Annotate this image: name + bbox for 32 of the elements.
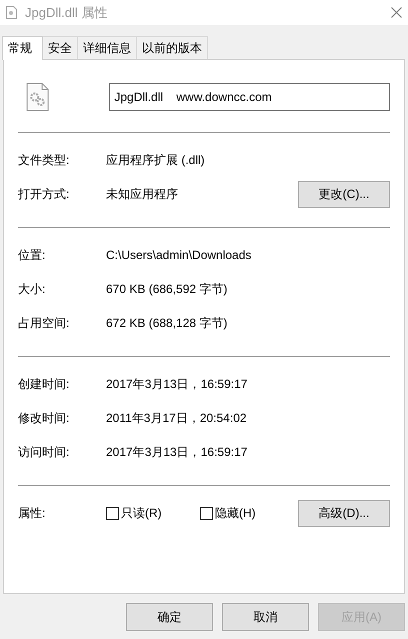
field-value: 未知应用程序: [106, 186, 179, 202]
checkbox[interactable]: [200, 506, 213, 520]
field-value: 2011年3月17日，20:54:02: [106, 410, 248, 426]
field-label: 修改时间:: [18, 410, 70, 426]
field-value: 2017年3月13日，16:59:17: [106, 444, 248, 460]
field-label: 属性:: [18, 504, 46, 522]
field-label: 文件类型:: [18, 152, 70, 168]
field-value: C:\Users\admin\Downloads: [106, 248, 252, 262]
file-icon: [6, 6, 17, 19]
checkbox-label[interactable]: 隐藏(H): [215, 504, 256, 522]
field-label: 位置:: [18, 246, 46, 264]
tab[interactable]: 以前的版本: [136, 36, 208, 59]
checkbox-label[interactable]: 只读(R): [121, 504, 162, 522]
field-label: 访问时间:: [18, 444, 70, 460]
dialog-button[interactable]: 取消: [222, 603, 309, 631]
advanced-button[interactable]: 高级(D)...: [298, 500, 390, 526]
field-value: 应用程序扩展 (.dll): [106, 152, 206, 168]
tab[interactable]: 常规: [2, 36, 43, 60]
field-value: 670 KB (686,592 字节): [106, 280, 228, 298]
field-value: 672 KB (688,128 字节): [106, 314, 228, 332]
dialog-button[interactable]: 确定: [126, 603, 213, 631]
field-label: 创建时间:: [18, 376, 70, 392]
close-icon[interactable]: [391, 7, 402, 18]
checkbox[interactable]: [106, 506, 119, 520]
window-title: JpgDll.dll 属性: [25, 4, 108, 22]
field-value: 2017年3月13日，16:59:17: [106, 376, 248, 392]
field-label: 占用空间:: [18, 314, 70, 332]
file-name-field[interactable]: JpgDll.dll www.downcc.com: [109, 83, 390, 111]
field-label: 大小:: [18, 280, 46, 298]
gear-file-icon: [24, 83, 52, 111]
change-button[interactable]: 更改(C)...: [298, 180, 390, 208]
field-label: 打开方式:: [18, 186, 70, 202]
